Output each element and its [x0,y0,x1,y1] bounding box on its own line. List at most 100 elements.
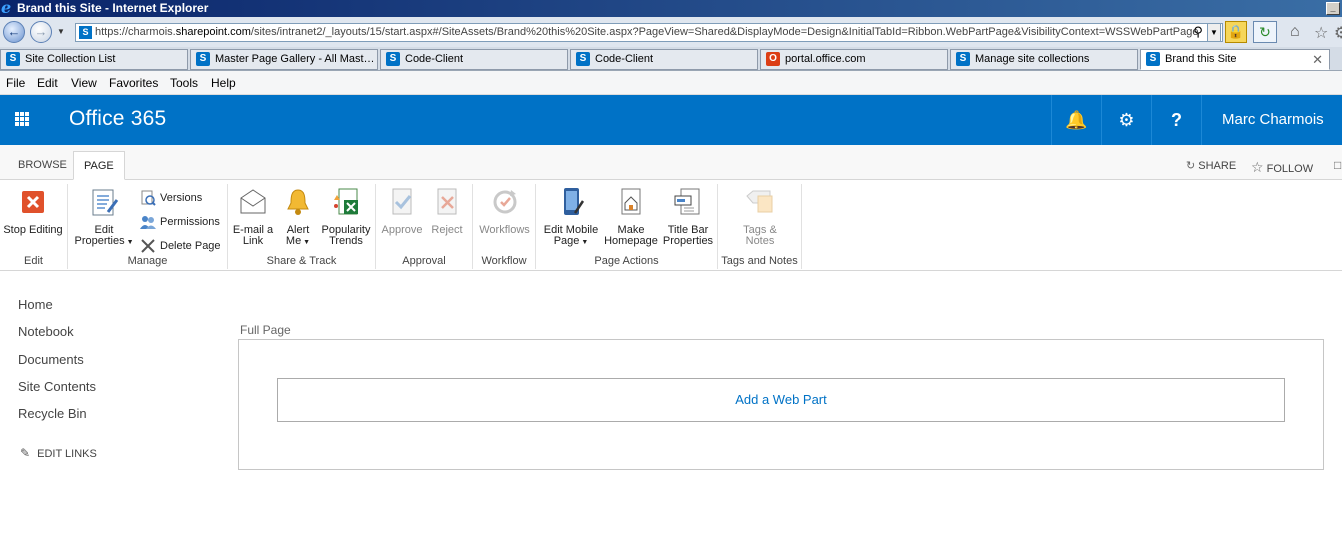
nav-site-contents[interactable]: Site Contents [18,379,96,394]
delete-page-label: Delete Page [160,239,221,252]
follow-button[interactable]: ☆ FOLLOW [1251,159,1313,176]
workflows-button[interactable]: Workflows [475,186,534,236]
title-bar-properties-button[interactable]: Title Bar Properties [660,186,716,247]
ribbon: Stop Editing Edit Edit Properties ▼ Vers… [0,180,1342,271]
menu-tools[interactable]: Tools [170,76,198,90]
notifications-bell-icon[interactable]: 🔔 [1051,95,1101,145]
tools-gear-icon[interactable]: ⚙ [1334,23,1342,43]
stop-editing-button[interactable]: Stop Editing [2,186,64,236]
sharepoint-tab-icon: S [956,52,970,66]
versions-button[interactable]: Versions [140,190,202,206]
approve-button[interactable]: Approve [380,186,424,236]
browser-tab[interactable]: Oportal.office.com [760,49,948,70]
pencil-icon: ✎ [20,446,31,460]
reject-button[interactable]: Reject [426,186,468,236]
nav-notebook[interactable]: Notebook [18,324,74,339]
dropdown-arrow-icon: ▼ [301,239,311,246]
share-button[interactable]: ↻ SHARE [1186,159,1236,172]
window-title: Brand this Site - Internet Explorer [17,1,209,15]
sharepoint-tab-icon: S [1146,52,1160,66]
permissions-icon [140,216,156,229]
stop-editing-icon [22,191,44,213]
tags-notes-icon [746,190,773,213]
web-part-zone-title: Full Page [240,323,291,337]
approve-check-icon [392,188,412,215]
browser-tab[interactable]: S Site Collection List [0,49,188,70]
address-dropdown-icon[interactable]: ▼ [1207,23,1221,42]
tab-label: portal.office.com [785,53,866,65]
back-button[interactable]: ← [3,21,25,43]
stop-editing-label: Stop Editing [3,224,63,236]
edit-mobile-page-label-2: Page [553,235,580,247]
mobile-page-icon [564,188,585,215]
lock-icon[interactable]: 🔒 [1225,21,1247,43]
nav-home[interactable]: Home [18,297,53,312]
versions-icon [141,190,156,206]
app-launcher-waffle-icon[interactable] [0,95,46,145]
group-label-share-track: Share & Track [266,255,337,267]
browser-tab-bar: S Site Collection List S Master Page Galle… [0,47,1342,71]
menu-edit[interactable]: Edit [37,76,58,90]
window-title-bar: e Brand this Site - Internet Explorer _ [0,0,1342,17]
tags-notes-button[interactable]: Tags & Notes [730,186,790,247]
email-link-button[interactable]: E-mail a Link [230,186,276,247]
tab-label: Code-Client [595,53,654,65]
browser-tab-active[interactable]: S Brand this Site ✕ [1140,49,1330,70]
browser-tab[interactable]: S Master Page Gallery - All Mast… [190,49,378,70]
ribbon-group-approval: Approve Reject Approval [376,184,473,269]
nav-documents[interactable]: Documents [18,352,84,367]
edit-links-button[interactable]: ✎ EDIT LINKS [20,446,97,460]
sharepoint-tab-icon: S [386,52,400,66]
favorites-star-icon[interactable]: ☆ [1314,23,1328,43]
delete-page-button[interactable]: Delete Page [140,238,221,254]
menu-favorites[interactable]: Favorites [109,76,158,90]
workflows-label: Workflows [479,224,530,236]
focus-on-content-icon[interactable]: □ [1334,158,1341,172]
office365-brand[interactable]: Office 365 [69,107,166,131]
history-dropdown-icon[interactable]: ▼ [57,27,69,37]
share-label: SHARE [1198,160,1237,172]
edit-mobile-page-button[interactable]: Edit Mobile Page ▼ [540,186,602,248]
permissions-label: Permissions [160,215,220,228]
approve-label: Approve [381,224,423,236]
popularity-trends-button[interactable]: Popularity Trends [318,186,374,247]
search-icon[interactable]: ⚲ [1190,23,1206,42]
edit-properties-label-2: Properties [74,235,125,247]
tab-label: Code-Client [405,53,464,65]
tags-notes-label-2: Notes [745,235,775,247]
permissions-button[interactable]: Permissions [140,214,220,230]
menu-bar: File Edit View Favorites Tools Help [0,71,1342,95]
help-icon[interactable]: ? [1151,95,1201,145]
address-toolbar: ← → ▼ Shttps://charmois.sharepoint.com/s… [0,17,1342,47]
versions-label: Versions [160,191,203,204]
menu-help[interactable]: Help [211,76,236,90]
office365-suite-bar: Office 365 🔔 ⚙ ? Marc Charmois [0,95,1342,145]
group-label-approval: Approval [402,255,446,267]
forward-button[interactable]: → [30,21,52,43]
settings-gear-icon[interactable]: ⚙ [1101,95,1151,145]
browser-tab[interactable]: S Code-Client [570,49,758,70]
user-menu[interactable]: Marc Charmois [1201,95,1342,145]
popularity-trends-icon [334,188,358,215]
ribbon-group-tags-notes: Tags & Notes Tags and Notes [718,184,802,269]
browser-tab[interactable]: S Manage site collections [950,49,1138,70]
menu-view[interactable]: View [71,76,97,90]
tab-browse[interactable]: BROWSE [8,151,77,180]
tab-page[interactable]: PAGE [73,151,125,180]
minimize-button[interactable]: _ [1326,2,1340,15]
close-tab-icon[interactable]: ✕ [1312,50,1323,69]
menu-file[interactable]: File [6,76,25,90]
make-homepage-button[interactable]: Make Homepage [604,186,658,247]
browser-tab[interactable]: S Code-Client [380,49,568,70]
home-icon[interactable]: ⌂ [1290,23,1300,41]
add-web-part-button[interactable]: Add a Web Part [277,378,1285,422]
edit-properties-button[interactable]: Edit Properties ▼ [72,186,136,248]
refresh-icon[interactable]: ↻ [1253,21,1277,43]
make-homepage-label-2: Homepage [604,235,658,247]
url-prefix: https://charmois. [95,26,176,38]
sharepoint-tab-icon: S [576,52,590,66]
workflows-icon [493,190,516,214]
address-bar[interactable]: Shttps://charmois.sharepoint.com/sites/i… [75,23,1223,42]
alert-me-button[interactable]: Alert Me ▼ [278,186,318,248]
nav-recycle-bin[interactable]: Recycle Bin [18,406,87,421]
